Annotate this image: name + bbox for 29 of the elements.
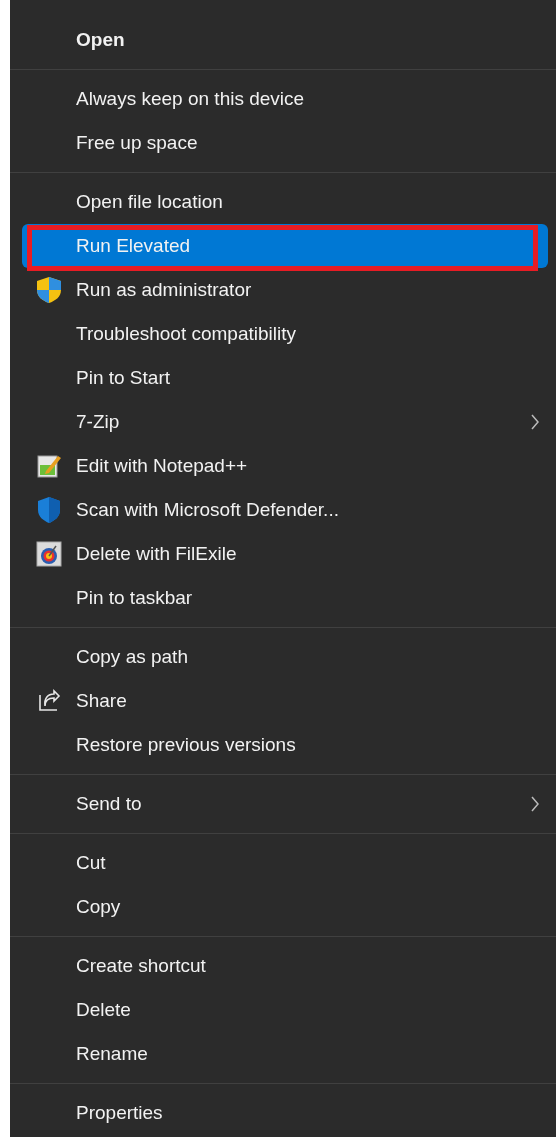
shield-icon — [36, 276, 62, 304]
menu-item[interactable]: Restore previous versions — [22, 723, 548, 767]
menu-item[interactable]: Delete — [22, 988, 548, 1032]
menu-item[interactable]: Create shortcut — [22, 944, 548, 988]
menu-item[interactable]: Share — [22, 679, 548, 723]
menu-item[interactable]: Open file location — [22, 180, 548, 224]
menu-item[interactable]: Send to — [22, 782, 548, 826]
menu-item[interactable]: Open — [22, 18, 548, 62]
menu-item[interactable]: Run as administrator — [22, 268, 548, 312]
menu-item[interactable]: Properties — [22, 1091, 548, 1135]
menu-item[interactable]: Delete with FilExile — [22, 532, 548, 576]
menu-item[interactable]: Pin to Start — [22, 356, 548, 400]
menu-item[interactable]: Troubleshoot compatibility — [22, 312, 548, 356]
shield-icon — [37, 496, 61, 524]
chevron-right-icon — [530, 414, 540, 430]
menu-item[interactable]: Free up space — [22, 121, 548, 165]
menu-item[interactable]: Edit with Notepad++ — [22, 444, 548, 488]
chevron-right-icon — [530, 796, 540, 812]
menu-item[interactable]: Scan with Microsoft Defender... — [22, 488, 548, 532]
menu-item[interactable]: Copy as path — [22, 635, 548, 679]
share-icon — [37, 689, 61, 713]
menu-item[interactable]: Rename — [22, 1032, 548, 1076]
notepad-icon — [36, 453, 62, 479]
menu-item[interactable]: Copy — [22, 885, 548, 929]
menu-item[interactable]: Pin to taskbar — [22, 576, 548, 620]
menu-item[interactable]: Cut — [22, 841, 548, 885]
target-icon — [36, 541, 62, 567]
menu-item[interactable]: Always keep on this device — [22, 77, 548, 121]
menu-item[interactable]: 7-Zip — [22, 400, 548, 444]
